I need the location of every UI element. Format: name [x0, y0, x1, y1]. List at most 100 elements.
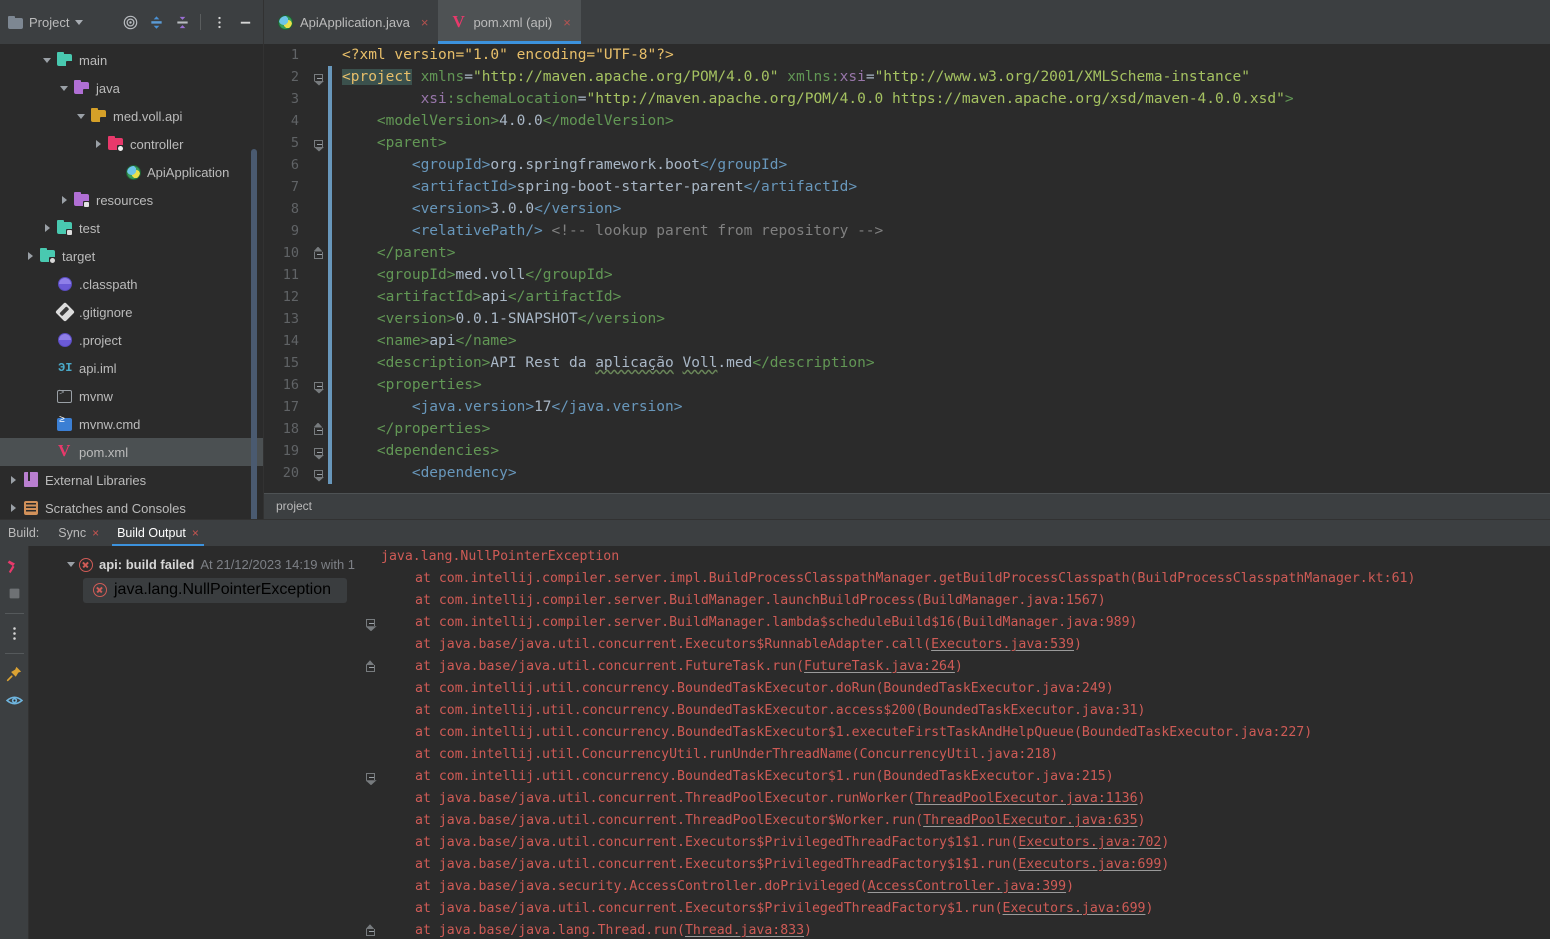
console-line[interactable]: at com.intellij.compiler.server.BuildMan…: [359, 612, 1550, 634]
locate-target-icon[interactable]: [118, 10, 142, 34]
fold-collapse-icon[interactable]: [308, 139, 328, 147]
fold-collapse-icon[interactable]: [308, 469, 328, 477]
tree-item-resources[interactable]: resources: [0, 186, 263, 214]
fold-collapse-icon[interactable]: [308, 447, 328, 455]
editor-tab-pomxml[interactable]: pom.xml (api) ×: [438, 0, 582, 44]
console-line[interactable]: at java.base/java.util.concurrent.Execut…: [359, 832, 1550, 854]
code-line[interactable]: 14 <name>api</name>: [264, 330, 1550, 352]
code-line[interactable]: 8 <version>3.0.0</version>: [264, 198, 1550, 220]
expand-all-icon[interactable]: [144, 10, 168, 34]
tree-item-scratches-and-consoles[interactable]: Scratches and Consoles: [0, 494, 263, 519]
console-line[interactable]: at java.base/java.util.concurrent.Execut…: [359, 898, 1550, 920]
console-line[interactable]: at com.intellij.util.concurrency.Bounded…: [359, 700, 1550, 722]
project-tree-scrollbar[interactable]: [251, 149, 257, 519]
code-line[interactable]: 2 <project xmlns="http://maven.apache.org…: [264, 66, 1550, 88]
console-line[interactable]: java.lang.NullPointerException: [359, 546, 1550, 568]
code-line[interactable]: 5 <parent>: [264, 132, 1550, 154]
code-editor[interactable]: 1 <?xml version="1.0" encoding="UTF-8"?> 2…: [264, 44, 1550, 493]
stacktrace-link[interactable]: Executors.java:702: [1018, 835, 1161, 850]
console-line[interactable]: at java.base/java.util.concurrent.Future…: [359, 656, 1550, 678]
project-panel-title[interactable]: Project: [8, 15, 84, 30]
fold-end-icon[interactable]: [308, 424, 328, 435]
tree-item-target[interactable]: target: [0, 242, 263, 270]
close-icon[interactable]: ×: [421, 15, 429, 30]
console-line[interactable]: at com.intellij.util.concurrency.Bounded…: [359, 678, 1550, 700]
tree-item-gitignore[interactable]: .gitignore: [0, 298, 263, 326]
breadcrumb[interactable]: project: [264, 492, 1550, 519]
chevron-right-icon[interactable]: [40, 221, 54, 235]
console-line[interactable]: at java.base/java.util.concurrent.Execut…: [359, 634, 1550, 656]
chevron-right-icon[interactable]: [23, 249, 37, 263]
console-line[interactable]: at java.base/java.util.concurrent.Thread…: [359, 810, 1550, 832]
code-line[interactable]: 20 <dependency>: [264, 462, 1550, 484]
close-icon[interactable]: ×: [192, 526, 199, 540]
stacktrace-link[interactable]: Thread.java:833: [685, 923, 804, 938]
tree-item-project[interactable]: .project: [0, 326, 263, 354]
console-line[interactable]: at java.base/java.util.concurrent.Thread…: [359, 788, 1550, 810]
stop-icon[interactable]: [2, 581, 27, 606]
build-tree-item-exception[interactable]: java.lang.NullPointerException: [83, 577, 347, 603]
build-tree-root[interactable]: api: build failed At 21/12/2023 14:19 wi…: [29, 552, 359, 578]
fold-collapse-icon[interactable]: [308, 73, 328, 81]
stacktrace-link[interactable]: ThreadPoolExecutor.java:1136: [915, 791, 1137, 806]
code-line[interactable]: 9 <relativePath/> <!-- lookup parent fro…: [264, 220, 1550, 242]
tree-item-test[interactable]: test: [0, 214, 263, 242]
code-line[interactable]: 12 <artifactId>api</artifactId>: [264, 286, 1550, 308]
chevron-down-icon[interactable]: [67, 562, 75, 568]
console-line[interactable]: at java.base/java.lang.Thread.run(Thread…: [359, 920, 1550, 939]
fold-collapse-icon[interactable]: [359, 773, 381, 781]
chevron-down-icon[interactable]: [40, 53, 54, 67]
fold-end-icon[interactable]: [359, 925, 381, 937]
console-line[interactable]: at com.intellij.util.concurrency.Bounded…: [359, 766, 1550, 788]
code-line[interactable]: 1 <?xml version="1.0" encoding="UTF-8"?>: [264, 44, 1550, 66]
console-line[interactable]: at com.intellij.compiler.server.impl.Bui…: [359, 568, 1550, 590]
code-line[interactable]: 11 <groupId>med.voll</groupId>: [264, 264, 1550, 286]
more-options-icon[interactable]: [207, 10, 231, 34]
console-line[interactable]: at com.intellij.util.ConcurrencyUtil.run…: [359, 744, 1550, 766]
tree-item-med-voll-api[interactable]: med.voll.api: [0, 102, 263, 130]
tree-item-api-iml[interactable]: ЭI api.iml: [0, 354, 263, 382]
minimize-icon[interactable]: [233, 10, 257, 34]
editor-tab-apiapplication[interactable]: ApiApplication.java ×: [264, 0, 438, 44]
tab-build-output[interactable]: Build Output ×: [108, 520, 208, 546]
close-icon[interactable]: ×: [92, 526, 99, 540]
fold-collapse-icon[interactable]: [308, 381, 328, 389]
eye-icon[interactable]: [2, 688, 27, 713]
tree-item-pom-xml[interactable]: Vpom.xml: [0, 438, 263, 466]
build-output-console[interactable]: java.lang.NullPointerException at com.int…: [359, 545, 1550, 939]
code-line[interactable]: 10 </parent>: [264, 242, 1550, 264]
code-line[interactable]: 18 </properties>: [264, 418, 1550, 440]
chevron-down-icon[interactable]: [75, 19, 84, 25]
code-line[interactable]: 15 <description>API Rest da aplicação Vo…: [264, 352, 1550, 374]
console-line[interactable]: at java.base/java.util.concurrent.Execut…: [359, 854, 1550, 876]
tab-sync[interactable]: Sync ×: [49, 520, 108, 546]
pin-icon[interactable]: [2, 661, 27, 686]
chevron-right-icon[interactable]: [6, 501, 20, 515]
tree-item-mvnw-cmd[interactable]: mvnw.cmd: [0, 410, 263, 438]
code-line[interactable]: 19 <dependencies>: [264, 440, 1550, 462]
code-line[interactable]: 6 <groupId>org.springframework.boot</gro…: [264, 154, 1550, 176]
code-line[interactable]: 7 <artifactId>spring-boot-starter-parent…: [264, 176, 1550, 198]
chevron-right-icon[interactable]: [91, 137, 105, 151]
tree-item-external-libraries[interactable]: External Libraries: [0, 466, 263, 494]
chevron-right-icon[interactable]: [6, 473, 20, 487]
fold-collapse-icon[interactable]: [359, 619, 381, 627]
stacktrace-link[interactable]: Executors.java:539: [931, 637, 1074, 652]
chevron-down-icon[interactable]: [74, 109, 88, 123]
rerun-build-icon[interactable]: [2, 554, 27, 579]
more-options-icon[interactable]: [2, 621, 27, 646]
code-line[interactable]: 17 <java.version>17</java.version>: [264, 396, 1550, 418]
stacktrace-link[interactable]: ThreadPoolExecutor.java:635: [923, 813, 1137, 828]
close-icon[interactable]: ×: [563, 15, 571, 30]
stacktrace-link[interactable]: FutureTask.java:264: [804, 659, 955, 674]
chevron-down-icon[interactable]: [57, 81, 71, 95]
tree-item-main[interactable]: main: [0, 46, 263, 74]
fold-end-icon[interactable]: [308, 248, 328, 259]
console-line[interactable]: at com.intellij.util.concurrency.Bounded…: [359, 722, 1550, 744]
code-line[interactable]: 4 <modelVersion>4.0.0</modelVersion>: [264, 110, 1550, 132]
code-line[interactable]: 3 xsi:schemaLocation="http://maven.apach…: [264, 88, 1550, 110]
stacktrace-link[interactable]: AccessController.java:399: [868, 879, 1067, 894]
console-line[interactable]: at java.base/java.security.AccessControl…: [359, 876, 1550, 898]
tree-item-controller[interactable]: controller: [0, 130, 263, 158]
chevron-right-icon[interactable]: [57, 193, 71, 207]
